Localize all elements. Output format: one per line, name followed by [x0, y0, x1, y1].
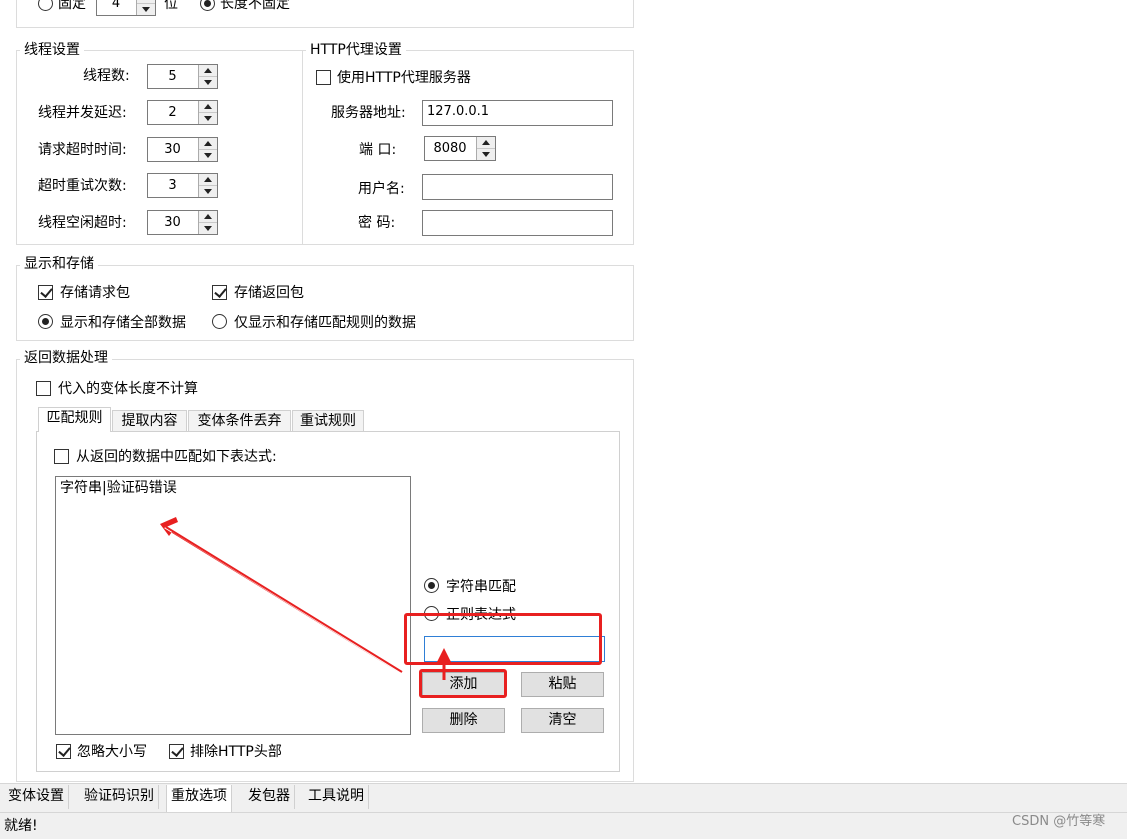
thread-count-spinner[interactable]: 5: [147, 64, 218, 89]
spin-up-icon[interactable]: [199, 101, 217, 113]
server-address-label: 服务器地址:: [331, 105, 406, 121]
tab-extract-content[interactable]: 提取内容: [112, 410, 187, 432]
spin-up-icon[interactable]: [199, 174, 217, 186]
spin-down-icon[interactable]: [477, 149, 495, 161]
thread-delay-spinner-buttons[interactable]: [198, 101, 217, 124]
port-spinner[interactable]: 8080: [424, 136, 496, 161]
bottom-tab-sender[interactable]: 发包器: [244, 785, 295, 809]
use-proxy-checkbox[interactable]: [316, 70, 331, 85]
idle-timeout-spinner[interactable]: 30: [147, 210, 218, 235]
bottom-tab-help[interactable]: 工具说明: [304, 785, 369, 809]
idle-timeout-spinner-buttons[interactable]: [198, 211, 217, 234]
thread-settings-title: 线程设置: [20, 42, 84, 58]
retry-count-value: 3: [168, 178, 177, 193]
save-request-checkbox[interactable]: [38, 285, 53, 300]
request-timeout-spinner-buttons[interactable]: [198, 138, 217, 161]
thread-count-label: 线程数:: [83, 68, 130, 84]
no-length-checkbox[interactable]: [36, 381, 51, 396]
rule-list-item[interactable]: 字符串|验证码错误: [60, 480, 177, 496]
spin-down-icon[interactable]: [199, 150, 217, 162]
tab-discard-conditions[interactable]: 变体条件丢弃: [188, 410, 291, 432]
thread-delay-value: 2: [168, 105, 177, 120]
annotation-highlight-add: [419, 669, 507, 698]
match-expression-checkbox[interactable]: [54, 449, 69, 464]
spin-up-icon[interactable]: [199, 138, 217, 150]
username-input[interactable]: [422, 174, 613, 200]
exclude-header-label: 排除HTTP头部: [190, 744, 282, 760]
display-storage-title: 显示和存储: [20, 256, 98, 272]
status-bar: [0, 812, 1127, 839]
paste-button[interactable]: 粘贴: [521, 672, 604, 697]
spin-up-icon[interactable]: [477, 137, 495, 149]
string-match-label: 字符串匹配: [446, 579, 516, 595]
tab-retry-rules[interactable]: 重试规则: [292, 410, 364, 432]
match-expression-label: 从返回的数据中匹配如下表达式:: [76, 449, 277, 465]
rules-listbox[interactable]: 字符串|验证码错误: [55, 476, 411, 735]
string-match-radio[interactable]: [424, 578, 439, 593]
spin-down-icon[interactable]: [137, 4, 155, 16]
delete-button[interactable]: 删除: [422, 708, 505, 733]
save-request-label: 存储请求包: [60, 285, 130, 301]
exclude-header-checkbox[interactable]: [169, 744, 184, 759]
show-all-label: 显示和存储全部数据: [60, 315, 186, 331]
spin-down-icon[interactable]: [199, 113, 217, 125]
save-response-checkbox[interactable]: [212, 285, 227, 300]
spin-down-icon[interactable]: [199, 77, 217, 89]
spin-down-icon[interactable]: [199, 186, 217, 198]
retry-count-label: 超时重试次数:: [38, 178, 127, 194]
request-timeout-spinner[interactable]: 30: [147, 137, 218, 162]
port-value: 8080: [433, 141, 467, 156]
spin-up-icon[interactable]: [199, 211, 217, 223]
request-timeout-value: 30: [164, 142, 181, 157]
response-processing-title: 返回数据处理: [20, 350, 112, 366]
idle-timeout-label: 线程空闲超时:: [38, 215, 127, 231]
variable-length-label: 长度不固定: [220, 0, 290, 12]
username-label: 用户名:: [358, 181, 405, 197]
fixed-length-label: 固定: [58, 0, 86, 12]
port-spinner-buttons[interactable]: [476, 137, 495, 160]
digits-unit: 位: [164, 0, 178, 12]
clear-button[interactable]: 清空: [521, 708, 604, 733]
annotation-highlight-input: [404, 613, 602, 665]
spin-up-icon[interactable]: [199, 65, 217, 77]
idle-timeout-value: 30: [164, 215, 181, 230]
password-input[interactable]: [422, 210, 613, 236]
spin-down-icon[interactable]: [199, 223, 217, 235]
retry-count-spinner[interactable]: 3: [147, 173, 218, 198]
digits-spinner[interactable]: 4: [96, 0, 156, 16]
ignore-case-label: 忽略大小写: [77, 744, 147, 760]
use-proxy-label: 使用HTTP代理服务器: [337, 70, 471, 86]
request-timeout-label: 请求超时时间:: [38, 142, 127, 158]
save-response-label: 存储返回包: [234, 285, 304, 301]
show-matched-label: 仅显示和存储匹配规则的数据: [234, 315, 416, 331]
server-address-input[interactable]: 127.0.0.1: [422, 100, 613, 126]
watermark: CSDN @竹等寒: [1012, 814, 1106, 829]
proxy-settings-title: HTTP代理设置: [306, 42, 406, 58]
port-label: 端 口:: [359, 142, 397, 158]
show-matched-radio[interactable]: [212, 314, 227, 329]
bottom-tab-replay[interactable]: 重放选项: [166, 785, 232, 812]
no-length-label: 代入的变体长度不计算: [58, 381, 198, 397]
tab-match-rules[interactable]: 匹配规则: [38, 407, 111, 432]
retry-count-spinner-buttons[interactable]: [198, 174, 217, 197]
digits-spinner-buttons[interactable]: [136, 0, 155, 15]
ignore-case-checkbox[interactable]: [56, 744, 71, 759]
thread-delay-label: 线程并发延迟:: [38, 105, 127, 121]
status-text: 就绪!: [4, 818, 38, 834]
bottom-tab-captcha[interactable]: 验证码识别: [80, 785, 159, 809]
thread-count-value: 5: [168, 69, 177, 84]
thread-count-spinner-buttons[interactable]: [198, 65, 217, 88]
bottom-tab-variables[interactable]: 变体设置: [4, 785, 69, 809]
digits-value: 4: [111, 0, 121, 11]
show-all-radio[interactable]: [38, 314, 53, 329]
thread-delay-spinner[interactable]: 2: [147, 100, 218, 125]
password-label: 密 码:: [358, 215, 396, 231]
